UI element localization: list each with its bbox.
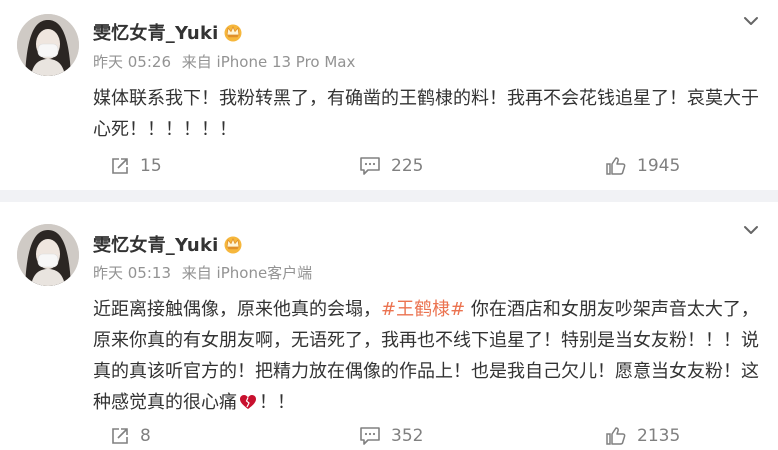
post-source: 来自 iPhone客户端 [181,264,313,282]
like-button[interactable]: 2135 [605,424,680,448]
post-card: 雯忆女青_Yuki 昨天 05:26 来自 iPhone 13 Pro Max … [0,0,778,190]
broken-heart-icon [239,389,257,420]
post-text-start: 近距离接触偶像，原来他真的会塌， [93,299,381,320]
post-meta: 昨天 05:13 来自 iPhone客户端 [93,262,312,283]
topic-link[interactable]: #王鹤棣# [381,299,465,320]
username[interactable]: 雯忆女青_Yuki [93,231,244,259]
comment-button[interactable]: 225 [359,154,423,178]
comment-button[interactable]: 352 [359,424,423,448]
avatar[interactable] [17,224,79,286]
like-count: 1945 [637,156,681,176]
username-text: 雯忆女青_Yuki [93,235,219,256]
comment-icon [360,157,380,175]
username-text: 雯忆女青_Yuki [93,23,219,44]
post-time[interactable]: 昨天 05:13 [93,264,171,282]
post-meta: 昨天 05:26 来自 iPhone 13 Pro Max [93,51,355,72]
post-text-body: 媒体联系我下！我粉转黑了，有确凿的王鹤棣的料！我再不会花钱追星了！哀莫大于心死！… [93,88,759,140]
crown-badge-icon [222,22,244,47]
post-time[interactable]: 昨天 05:26 [93,53,171,71]
forward-icon [112,158,128,174]
post-source: 来自 iPhone 13 Pro Max [181,53,356,71]
comment-icon [360,427,380,445]
post-text: 媒体联系我下！我粉转黑了，有确凿的王鹤棣的料！我再不会花钱追星了！哀莫大于心死！… [93,83,763,145]
forward-button[interactable]: 8 [110,424,151,448]
chevron-down-icon[interactable] [742,13,760,27]
like-count: 2135 [637,426,681,446]
post-actions: 15 225 1945 [0,154,778,178]
forward-icon [112,428,128,444]
thumbs-up-icon [606,427,626,445]
comment-count: 352 [391,426,424,446]
crown-badge-icon [222,234,244,259]
username[interactable]: 雯忆女青_Yuki [93,19,244,47]
avatar[interactable] [17,14,79,76]
thumbs-up-icon [606,157,626,175]
forward-count: 8 [140,426,151,446]
post-text: 近距离接触偶像，原来他真的会塌，#王鹤棣# 你在酒店和女朋友吵架声音太大了，原来… [93,294,763,420]
comment-count: 225 [391,156,424,176]
chevron-down-icon[interactable] [742,222,760,236]
forward-count: 15 [140,156,162,176]
post-actions: 8 352 2135 [0,424,778,448]
post-text-end: ！！ [259,392,295,413]
weibo-feed: 雯忆女青_Yuki 昨天 05:26 来自 iPhone 13 Pro Max … [0,0,778,450]
forward-button[interactable]: 15 [110,154,162,178]
post-card: 雯忆女青_Yuki 昨天 05:13 来自 iPhone客户端 近距离接触偶像，… [0,202,778,450]
like-button[interactable]: 1945 [605,154,680,178]
